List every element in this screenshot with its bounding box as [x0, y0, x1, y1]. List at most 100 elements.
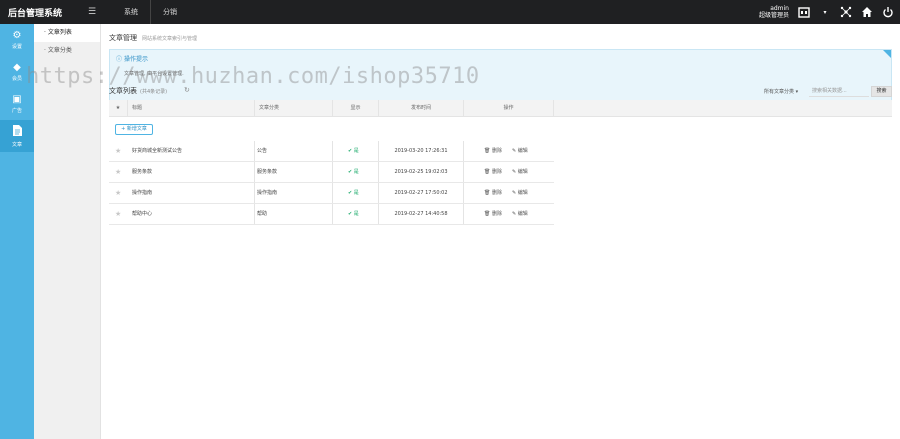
category-filter[interactable]: 所有文章分类 ▾ — [764, 88, 798, 95]
row-show-label: 是 — [353, 169, 359, 175]
edit-icon: ✎ — [512, 211, 517, 217]
row-title: 操作指南 — [128, 183, 255, 204]
left-sidebar: ⚙ 设置 ◆ 会员 ▣ 广告 文章 — [0, 24, 34, 439]
sidebar-item-members[interactable]: ◆ 会员 — [0, 56, 34, 88]
row-title: 帮助中心 — [128, 204, 255, 225]
sidebar-item-ads[interactable]: ▣ 广告 — [0, 88, 34, 120]
app-title: 后台管理系统 — [8, 8, 63, 19]
page-subtitle: 网站系统文章索引与管理 — [142, 36, 198, 42]
table-header: ★ 标题 文章分类 显示 发布时间 操作 — [109, 100, 892, 117]
sub-nav: · 文章列表 · 文章分类 — [34, 24, 101, 439]
top-nav: 系统 分销 — [112, 0, 189, 24]
row-category: 帮助 — [255, 204, 333, 225]
tips-header-label: 操作提示 — [123, 56, 148, 63]
list-title-label: 文章列表 — [109, 87, 137, 95]
check-icon: ✔ — [348, 148, 353, 154]
row-date: 2019-02-25 19:02:03 — [379, 162, 464, 183]
top-right-tools: admin 超级管理员 ▾ — [759, 0, 894, 24]
search-button[interactable]: 搜索 — [871, 86, 892, 97]
row-category: 公告 — [255, 141, 333, 162]
delete-label: 删除 — [491, 169, 502, 175]
network-icon[interactable] — [840, 6, 852, 18]
delete-label: 删除 — [491, 211, 502, 217]
sidebar-item-label: 设置 — [11, 44, 22, 50]
delete-link[interactable]: 🗑 删除 — [484, 183, 502, 204]
billboard-icon: ▣ — [12, 94, 22, 105]
delete-link[interactable]: 🗑 删除 — [484, 204, 502, 225]
search-input[interactable]: 搜索相关数据... — [809, 86, 869, 97]
col-title: 标题 — [128, 100, 255, 117]
top-nav-distribution[interactable]: 分销 — [150, 0, 189, 24]
check-icon: ✔ — [348, 211, 353, 217]
subnav-article-list[interactable]: · 文章列表 — [34, 24, 100, 42]
row-show[interactable]: ✔ 是 — [333, 162, 379, 183]
row-date: 2019-02-27 17:50:02 — [379, 183, 464, 204]
top-bar: 后台管理系统 ☰ 系统 分销 admin 超级管理员 ▾ — [0, 0, 900, 24]
check-icon: ✔ — [348, 190, 353, 196]
tips-corner[interactable] — [883, 50, 891, 58]
edit-link[interactable]: ✎ 编辑 — [512, 204, 528, 225]
tips-header[interactable]: ⓘ 操作提示 — [116, 54, 891, 63]
star-icon[interactable]: ★ — [115, 162, 121, 183]
power-icon[interactable] — [882, 6, 894, 18]
subnav-label: 文章列表 — [47, 29, 72, 36]
trash-icon: 🗑 — [484, 211, 491, 217]
category-filter-label: 所有文章分类 — [764, 89, 795, 95]
row-show[interactable]: ✔ 是 — [333, 183, 379, 204]
hamburger-icon[interactable]: ☰ — [80, 7, 104, 17]
top-nav-system[interactable]: 系统 — [112, 0, 150, 24]
page-title: 文章管理 — [109, 34, 137, 42]
row-date: 2019-03-20 17:26:31 — [379, 141, 464, 162]
add-row: + 新增文章 — [109, 119, 892, 141]
delete-label: 删除 — [491, 148, 502, 154]
star-icon[interactable]: ★ — [115, 204, 121, 225]
row-show[interactable]: ✔ 是 — [333, 204, 379, 225]
edit-label: 编辑 — [517, 211, 528, 217]
home-icon[interactable] — [861, 6, 873, 18]
table-row: ★ 好货商城全新测试公告 公告 ✔ 是 2019-03-20 17:26:31 … — [109, 141, 892, 162]
list-title: 文章列表 (共4条记录) — [109, 86, 167, 96]
col-show: 显示 — [333, 100, 379, 117]
star-icon[interactable]: ★ — [115, 141, 121, 162]
chevron-down-icon: ▾ — [795, 89, 799, 95]
list-count: (共4条记录) — [140, 89, 168, 95]
edit-icon: ✎ — [512, 148, 517, 154]
edit-link[interactable]: ✎ 编辑 — [512, 183, 528, 204]
edit-link[interactable]: ✎ 编辑 — [512, 141, 528, 162]
tips-panel: ⓘ 操作提示 文章管理, 由平台设置管理. — [109, 49, 892, 104]
check-icon: ✔ — [348, 169, 353, 175]
refresh-icon[interactable]: ↻ — [184, 86, 190, 94]
breadcrumb: 文章管理 网站系统文章索引与管理 — [101, 24, 900, 43]
delete-link[interactable]: 🗑 删除 — [484, 162, 502, 183]
star-icon: ★ — [109, 100, 128, 117]
delete-link[interactable]: 🗑 删除 — [484, 141, 502, 162]
trash-icon: 🗑 — [484, 169, 491, 175]
star-icon[interactable]: ★ — [115, 183, 121, 204]
edit-icon: ✎ — [512, 169, 517, 175]
trash-icon: 🗑 — [484, 190, 491, 196]
trash-icon: 🗑 — [484, 148, 491, 154]
diamond-icon: ◆ — [13, 62, 21, 73]
edit-icon: ✎ — [512, 190, 517, 196]
chevron-down-icon[interactable]: ▾ — [819, 6, 831, 18]
gear-icon: ⚙ — [12, 30, 22, 41]
table-row: ★ 服务条款 服务条款 ✔ 是 2019-02-25 19:02:03 🗑 删除… — [109, 162, 892, 183]
row-show-label: 是 — [353, 148, 359, 154]
table-row: ★ 帮助中心 帮助 ✔ 是 2019-02-27 14:40:58 🗑 删除 ✎… — [109, 204, 892, 225]
row-show[interactable]: ✔ 是 — [333, 141, 379, 162]
admin-info[interactable]: admin 超级管理员 — [759, 5, 789, 19]
sidebar-item-settings[interactable]: ⚙ 设置 — [0, 24, 34, 56]
subnav-article-category[interactable]: · 文章分类 — [34, 42, 100, 60]
sidebar-item-articles[interactable]: 文章 — [0, 120, 34, 152]
row-title: 服务条款 — [128, 162, 255, 183]
shop-icon[interactable] — [798, 6, 810, 18]
document-icon — [12, 124, 22, 139]
main-content: 文章管理 网站系统文章索引与管理 ⓘ 操作提示 文章管理, 由平台设置管理. 文… — [101, 24, 900, 439]
subnav-label: 文章分类 — [47, 47, 72, 54]
sidebar-item-label: 会员 — [11, 76, 22, 82]
add-article-button[interactable]: + 新增文章 — [115, 124, 153, 135]
edit-label: 编辑 — [517, 169, 528, 175]
row-title: 好货商城全新测试公告 — [128, 141, 255, 162]
col-date: 发布时间 — [379, 100, 464, 117]
edit-link[interactable]: ✎ 编辑 — [512, 162, 528, 183]
